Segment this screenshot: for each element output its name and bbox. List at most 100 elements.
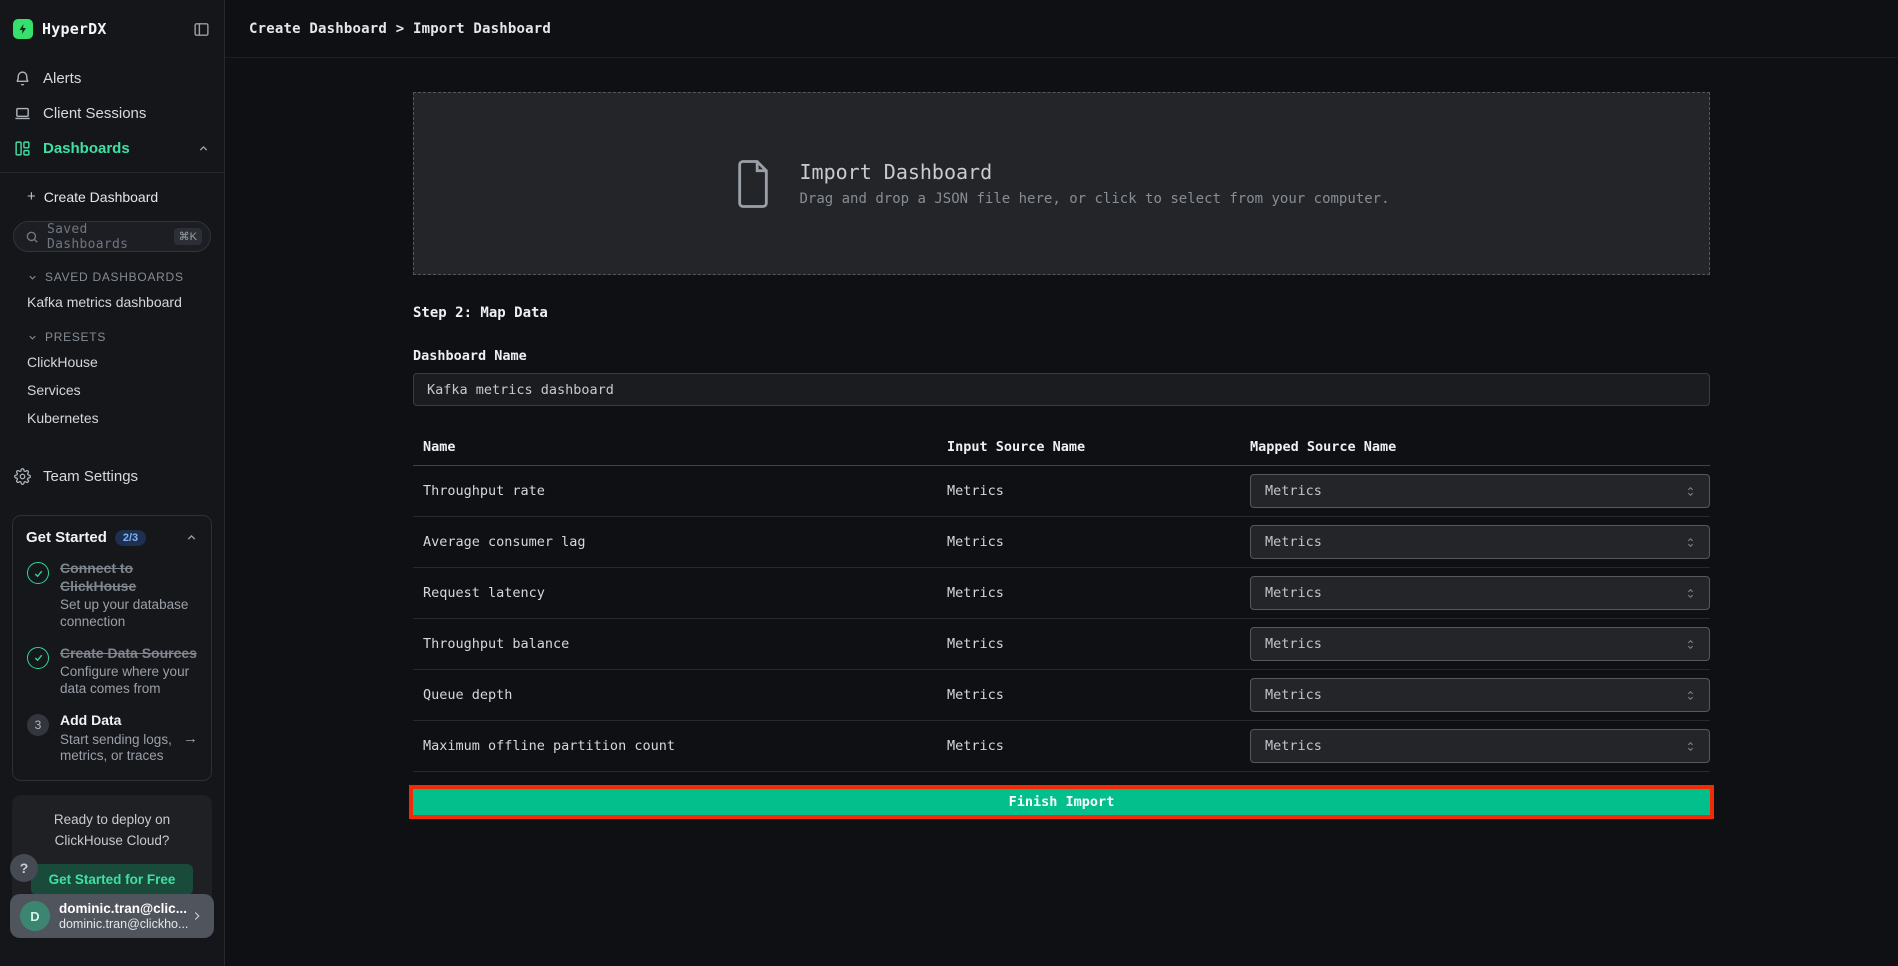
mapped-source-select[interactable]: Metrics: [1250, 729, 1710, 763]
table-row: Maximum offline partition count Metrics …: [413, 721, 1710, 772]
hyperdx-logo-icon: [13, 19, 33, 39]
dashboard-name-input[interactable]: [413, 373, 1710, 406]
dropzone-subtitle: Drag and drop a JSON file here, or click…: [799, 191, 1389, 207]
mapped-source-select[interactable]: Metrics: [1250, 525, 1710, 559]
create-dashboard-button[interactable]: + Create Dashboard: [0, 173, 224, 211]
team-settings-label: Team Settings: [43, 468, 138, 485]
app-title: HyperDX: [42, 20, 107, 38]
search-shortcut-badge: ⌘K: [174, 228, 202, 245]
saved-dashboards-section-header[interactable]: SAVED DASHBOARDS: [0, 256, 224, 288]
section-title: PRESETS: [45, 330, 106, 344]
search-icon: [25, 230, 39, 244]
sidebar-item-services[interactable]: Services: [0, 376, 224, 404]
step-desc: Start sending logs, metrics, or traces: [60, 732, 173, 766]
get-started-step-sources[interactable]: Create Data Sources Configure where your…: [26, 645, 198, 698]
sidebar-collapse-icon[interactable]: [193, 21, 210, 38]
step-heading: Step 2: Map Data: [413, 305, 1710, 321]
mapped-source-select[interactable]: Metrics: [1250, 576, 1710, 610]
mapped-source-select[interactable]: Metrics: [1250, 627, 1710, 661]
bell-icon: [14, 70, 31, 87]
get-started-free-button[interactable]: Get Started for Free: [31, 864, 194, 895]
row-name: Request latency: [413, 585, 947, 601]
laptop-icon: [14, 105, 31, 122]
chevron-up-icon[interactable]: [197, 142, 210, 155]
step-desc: Configure where your data comes from: [60, 664, 198, 698]
column-header-input-source: Input Source Name: [947, 439, 1250, 455]
step-number-badge: 3: [27, 714, 49, 736]
get-started-panel: Get Started 2/3 Connect to ClickHouse Se…: [12, 515, 212, 781]
finish-import-button[interactable]: Finish Import: [413, 789, 1710, 815]
row-input-source: Metrics: [947, 534, 1250, 550]
topbar: Create Dashboard > Import Dashboard: [225, 0, 1898, 58]
mapping-table: Name Input Source Name Mapped Source Nam…: [413, 428, 1710, 772]
mapped-source-select[interactable]: Metrics: [1250, 474, 1710, 508]
chevron-selector-icon: [1684, 587, 1697, 600]
select-value: Metrics: [1265, 534, 1322, 550]
sidebar-item-alerts[interactable]: Alerts: [0, 61, 224, 96]
table-row: Throughput rate Metrics Metrics: [413, 466, 1710, 517]
column-header-name: Name: [413, 439, 947, 455]
breadcrumb: Create Dashboard > Import Dashboard: [249, 21, 551, 37]
arrow-right-icon: →: [183, 730, 198, 747]
table-row: Throughput balance Metrics Metrics: [413, 619, 1710, 670]
dropzone-title: Import Dashboard: [799, 160, 1389, 184]
chevron-selector-icon: [1684, 638, 1697, 651]
get-started-step-connect[interactable]: Connect to ClickHouse Set up your databa…: [26, 560, 198, 631]
row-name: Throughput balance: [413, 636, 947, 652]
column-header-mapped-source: Mapped Source Name: [1250, 439, 1710, 455]
chevron-up-icon[interactable]: [185, 531, 198, 544]
row-name: Throughput rate: [413, 483, 947, 499]
dashboard-name-label: Dashboard Name: [413, 348, 1710, 364]
plus-icon: +: [27, 188, 36, 205]
section-title: SAVED DASHBOARDS: [45, 270, 184, 284]
step-title: Connect to ClickHouse: [60, 560, 136, 594]
get-started-step-add-data[interactable]: 3 Add Data Start sending logs, metrics, …: [26, 712, 198, 765]
chevron-down-icon: [27, 332, 38, 343]
sidebar-item-dashboards[interactable]: Dashboards: [0, 131, 224, 166]
logo-row: HyperDX: [0, 0, 224, 53]
sidebar-item-kubernetes[interactable]: Kubernetes: [0, 404, 224, 432]
step-title: Add Data: [60, 712, 121, 728]
mapped-source-select[interactable]: Metrics: [1250, 678, 1710, 712]
select-value: Metrics: [1265, 687, 1322, 703]
main-area: Create Dashboard > Import Dashboard Impo…: [225, 0, 1898, 966]
select-value: Metrics: [1265, 585, 1322, 601]
step-desc: Set up your database connection: [60, 597, 198, 631]
cloud-card-line1: Ready to deploy on: [24, 810, 200, 831]
gear-icon: [14, 468, 31, 485]
get-started-progress-badge: 2/3: [115, 530, 146, 546]
row-name: Maximum offline partition count: [413, 738, 947, 754]
sidebar-item-clickhouse[interactable]: ClickHouse: [0, 348, 224, 376]
row-input-source: Metrics: [947, 483, 1250, 499]
saved-dashboards-search-input[interactable]: Saved Dashboards ⌘K: [13, 221, 211, 252]
sidebar-item-team-settings[interactable]: Team Settings: [0, 458, 224, 495]
row-name: Queue depth: [413, 687, 947, 703]
row-input-source: Metrics: [947, 687, 1250, 703]
import-dropzone[interactable]: Import Dashboard Drag and drop a JSON fi…: [413, 92, 1710, 275]
chevron-right-icon: [190, 909, 204, 923]
search-placeholder: Saved Dashboards: [47, 222, 166, 252]
cloud-card-line2: ClickHouse Cloud?: [24, 831, 200, 852]
get-started-title: Get Started: [26, 529, 107, 546]
check-circle-icon: [27, 562, 49, 584]
row-input-source: Metrics: [947, 738, 1250, 754]
chevron-selector-icon: [1684, 689, 1697, 702]
file-icon: [733, 159, 773, 209]
chevron-selector-icon: [1684, 740, 1697, 753]
profile-name: dominic.tran@clic...: [59, 901, 181, 916]
sidebar-item-kafka-metrics-dashboard[interactable]: Kafka metrics dashboard: [0, 288, 224, 316]
select-value: Metrics: [1265, 738, 1322, 754]
row-input-source: Metrics: [947, 636, 1250, 652]
sidebar-item-label: Alerts: [43, 70, 81, 87]
sidebar-item-label: Dashboards: [43, 140, 130, 157]
table-row: Average consumer lag Metrics Metrics: [413, 517, 1710, 568]
avatar: D: [20, 901, 50, 931]
sidebar-item-client-sessions[interactable]: Client Sessions: [0, 96, 224, 131]
sidebar-nav: Alerts Client Sessions Dashboards: [0, 53, 224, 166]
user-profile-button[interactable]: D dominic.tran@clic... dominic.tran@clic…: [10, 894, 214, 938]
help-button[interactable]: ?: [10, 854, 38, 882]
presets-section-header[interactable]: PRESETS: [0, 316, 224, 348]
chevron-selector-icon: [1684, 485, 1697, 498]
table-header-row: Name Input Source Name Mapped Source Nam…: [413, 428, 1710, 466]
profile-email: dominic.tran@clickho...: [59, 917, 181, 931]
